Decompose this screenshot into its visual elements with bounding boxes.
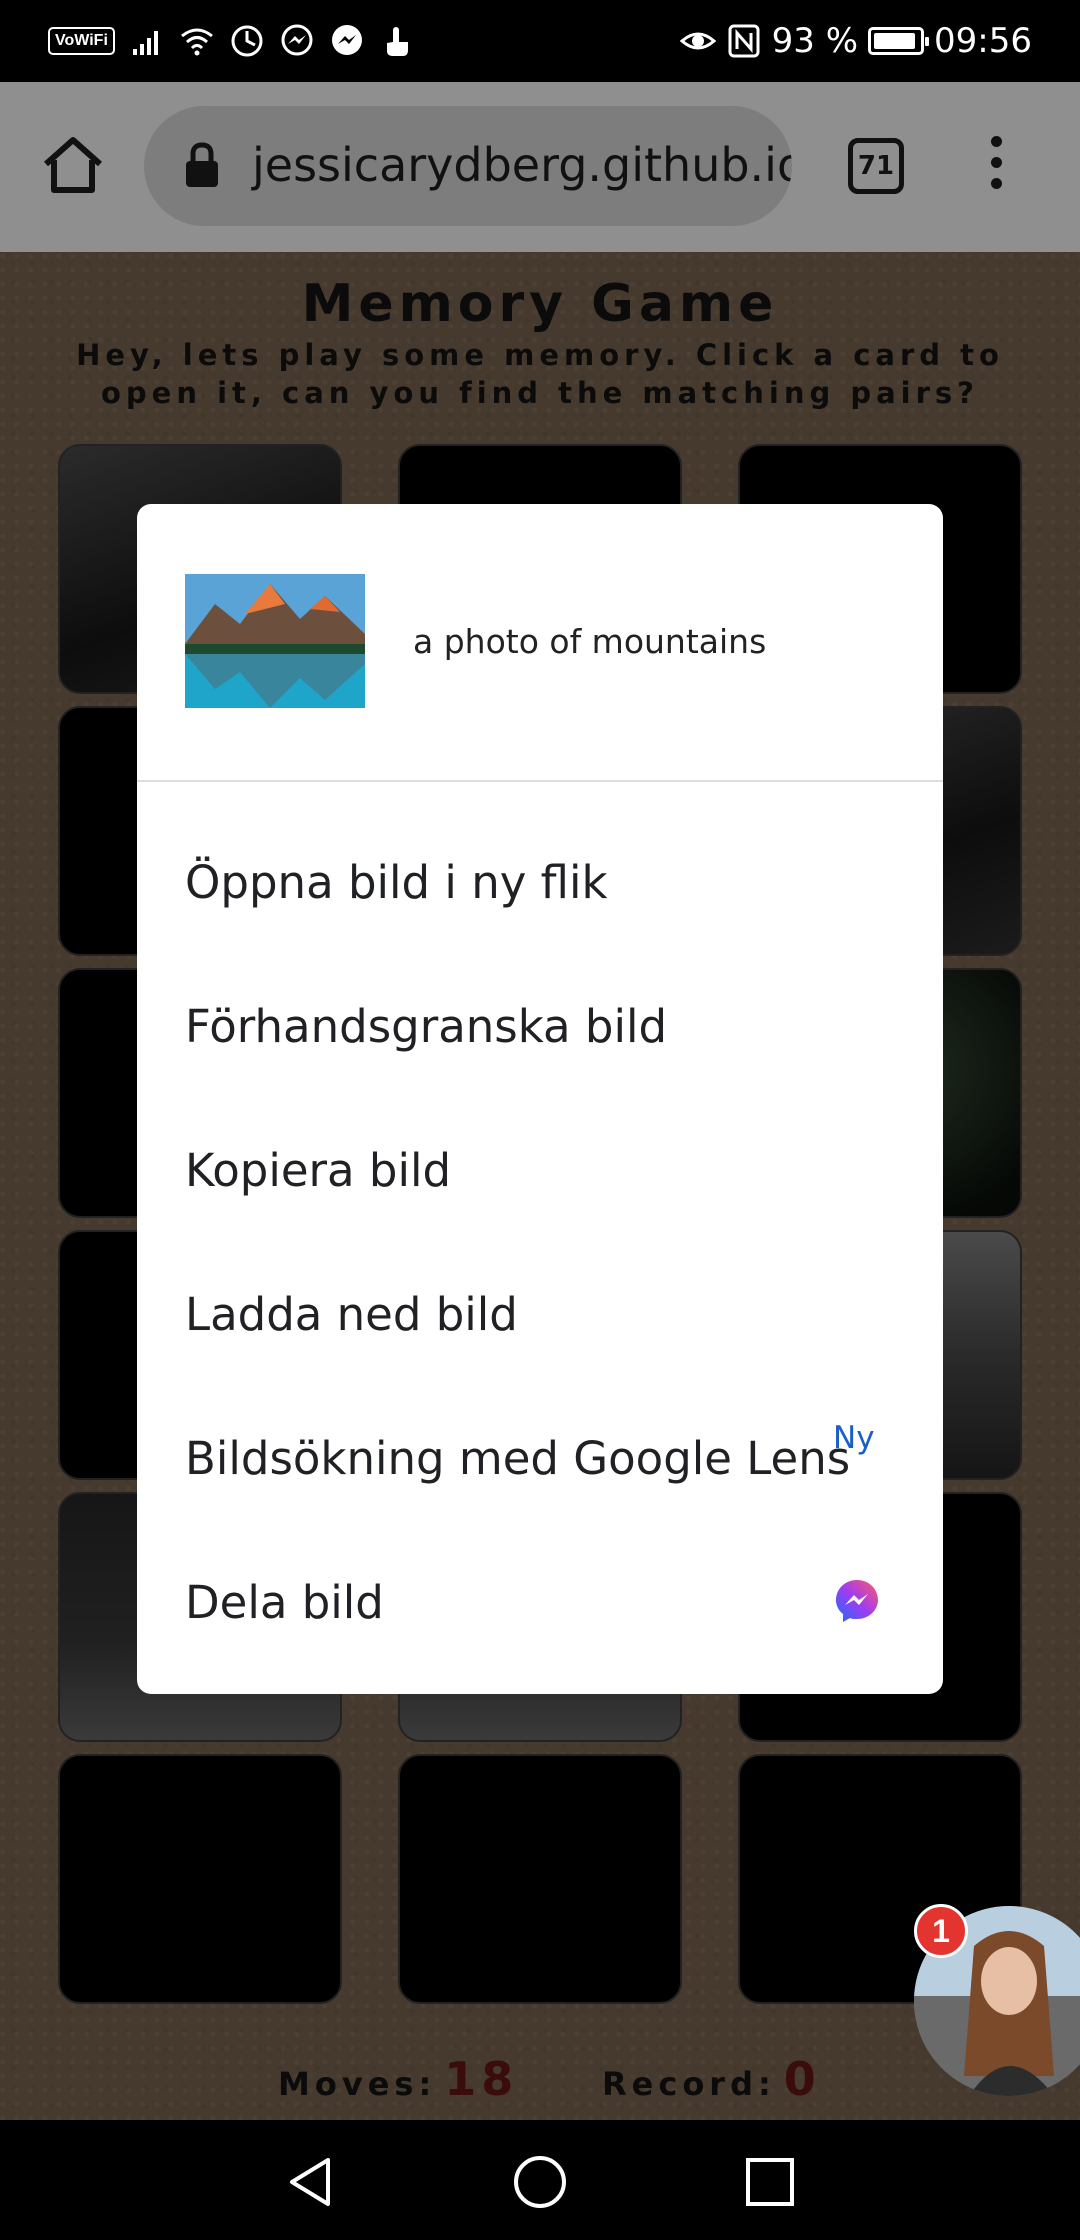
page-title: Memory Game (301, 274, 779, 334)
page-subtitle: Hey, lets play some memory. Click a card… (76, 338, 1004, 410)
menu-item-label: Ladda ned bild (185, 1288, 518, 1341)
vowifi-badge: VoWiFi (48, 27, 115, 55)
menu-item-preview-image[interactable]: Förhandsgranska bild (137, 952, 943, 1096)
url-bar[interactable]: jessicarydberg.github.io/ (144, 106, 792, 226)
messenger-icon (281, 24, 313, 56)
home-nav-icon[interactable] (510, 2152, 570, 2212)
data-saver-icon (231, 25, 263, 57)
menu-item-label: Förhandsgranska bild (185, 1000, 668, 1053)
menu-item-share-image[interactable]: Dela bild (137, 1528, 943, 1672)
new-badge: Ny (833, 1420, 875, 1456)
more-vert-icon[interactable] (976, 136, 1016, 196)
messenger-icon[interactable] (834, 1578, 880, 1624)
menu-item-label: Bildsökning med Google Lens (185, 1432, 851, 1485)
url-text[interactable]: jessicarydberg.github.io/ (252, 138, 792, 192)
menu-item-google-lens[interactable]: Bildsökning med Google Lens Ny (137, 1384, 943, 1528)
image-context-menu: a photo of mountains Öppna bild i ny fli… (137, 504, 943, 1694)
status-bar-right: 93 % 09:56 (679, 20, 1032, 62)
tab-switcher-button[interactable]: 71 (848, 138, 904, 194)
nfc-icon (728, 24, 760, 58)
image-alt-text: a photo of mountains (413, 622, 767, 661)
signal-icon (132, 31, 158, 55)
home-icon[interactable] (40, 132, 106, 198)
lock-icon (186, 142, 218, 187)
menu-item-copy-image[interactable]: Kopiera bild (137, 1096, 943, 1240)
moves-counter: Moves: 18 (278, 2052, 518, 2106)
record-label: Record: (602, 2065, 776, 2103)
battery-percent: 93 % (771, 21, 859, 61)
touch-icon (386, 27, 408, 56)
record-value: 0 (783, 2052, 821, 2106)
menu-item-open-in-new-tab[interactable]: Öppna bild i ny flik (137, 808, 943, 952)
moves-label: Moves: (278, 2065, 437, 2103)
system-navigation-bar (0, 2120, 1080, 2240)
messenger-icon (331, 25, 362, 55)
wifi-icon (180, 28, 213, 56)
record-counter: Record: 0 (602, 2052, 821, 2106)
menu-item-download-image[interactable]: Ladda ned bild (137, 1240, 943, 1384)
menu-item-label: Dela bild (185, 1576, 384, 1629)
eye-comfort-icon (679, 32, 716, 50)
status-bar: VoWiFi 93 % 09:56 (0, 0, 1080, 82)
notification-badge: 1 (914, 1904, 968, 1958)
browser-toolbar: jessicarydberg.github.io/ 71 (0, 82, 1080, 252)
menu-item-label: Kopiera bild (185, 1144, 452, 1197)
battery-fill (874, 33, 915, 49)
battery-icon (868, 27, 930, 55)
moves-value: 18 (444, 2052, 519, 2106)
back-icon[interactable] (280, 2152, 340, 2212)
status-bar-left: VoWiFi (48, 20, 415, 62)
image-thumbnail (185, 574, 365, 708)
recents-icon[interactable] (740, 2152, 800, 2212)
menu-item-label: Öppna bild i ny flik (185, 856, 608, 909)
clock: 09:56 (934, 21, 1032, 61)
memory-card[interactable] (398, 1754, 682, 2004)
memory-card[interactable] (58, 1754, 342, 2004)
divider (137, 780, 943, 782)
